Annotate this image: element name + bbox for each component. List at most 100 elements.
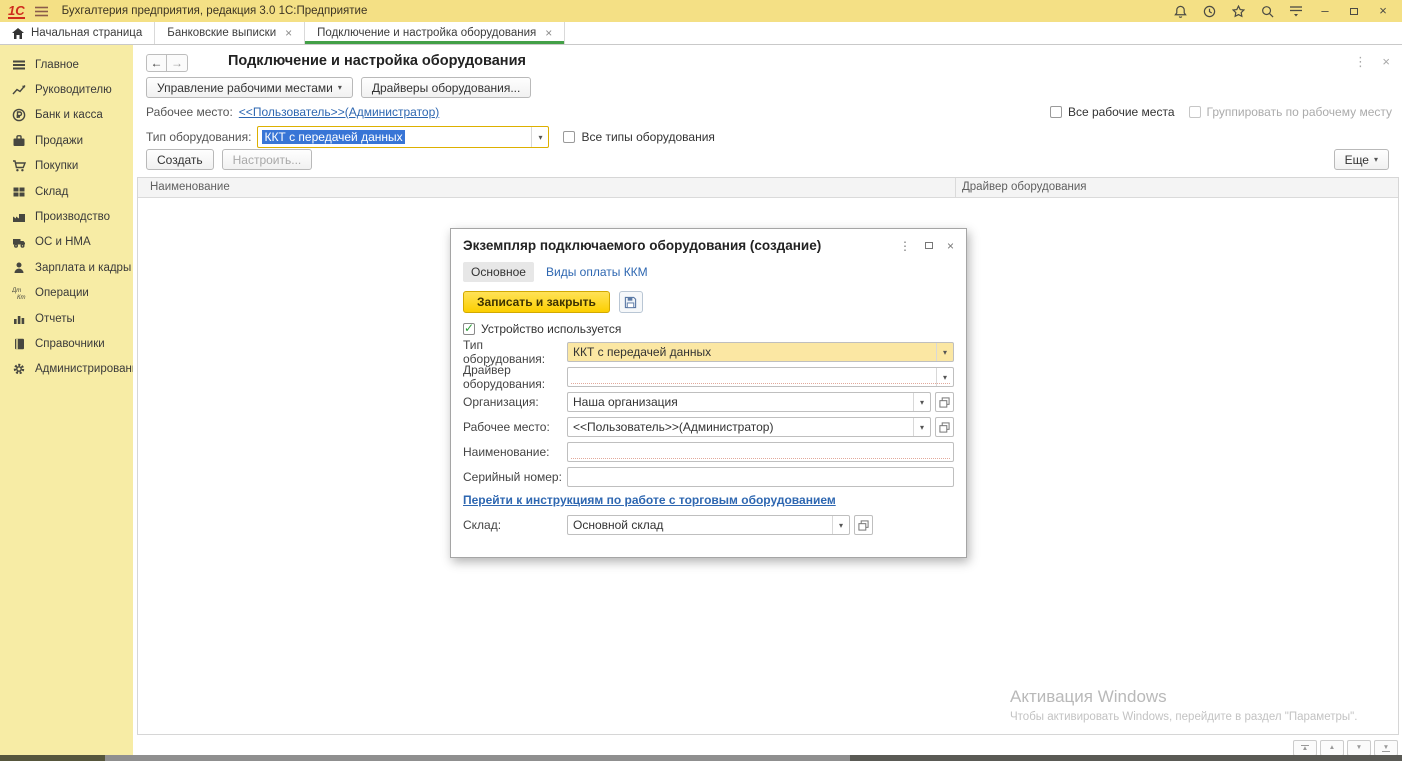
dropdown-arrow-icon[interactable]: ▾: [913, 418, 930, 436]
more-button[interactable]: Еще ▾: [1334, 149, 1389, 170]
service-menu-icon[interactable]: [1285, 2, 1307, 20]
tab-label: Подключение и настройка оборудования: [317, 27, 536, 39]
go-up-button[interactable]: ▲: [1320, 740, 1344, 756]
window-title: Бухгалтерия предприятия, редакция 3.0 1С…: [62, 5, 368, 17]
person-icon: [12, 261, 26, 275]
page-more-icon[interactable]: ⋮: [1354, 54, 1367, 70]
workplace-link[interactable]: <<Пользователь>>(Администратор): [239, 105, 439, 119]
save-button[interactable]: [619, 291, 643, 313]
tab-equipment-setup[interactable]: Подключение и настройка оборудования ×: [305, 22, 565, 44]
dialog-close-icon[interactable]: ×: [947, 240, 954, 252]
sidebar-item-label: Справочники: [35, 338, 105, 350]
create-button[interactable]: Создать: [146, 149, 214, 170]
equipment-drivers-button[interactable]: Драйверы оборудования...: [361, 77, 532, 98]
dropdown-arrow-icon[interactable]: ▾: [936, 343, 953, 361]
all-workplaces-checkbox[interactable]: Все рабочие места: [1050, 105, 1175, 119]
book-icon: [12, 337, 26, 351]
tab-close-icon[interactable]: ×: [285, 26, 292, 40]
star-icon[interactable]: [1227, 2, 1249, 20]
sidebar-item-zarplata-i-kadry[interactable]: Зарплата и кадры: [0, 255, 133, 280]
sidebar-item-pokupki[interactable]: Покупки: [0, 154, 133, 179]
name-field[interactable]: [567, 442, 954, 462]
open-workplace-button[interactable]: [935, 417, 954, 437]
sidebar-item-glavnoe[interactable]: Главное: [0, 52, 133, 77]
watermark-line1: Активация Windows: [1010, 687, 1357, 707]
tab-close-icon[interactable]: ×: [545, 26, 552, 40]
page-close-icon[interactable]: ×: [1382, 54, 1390, 69]
manage-workplaces-button[interactable]: Управление рабочими местами ▾: [146, 77, 353, 98]
search-icon[interactable]: [1256, 2, 1278, 20]
checkbox-box[interactable]: [563, 131, 575, 143]
workplace-field[interactable]: <<Пользователь>>(Администратор) ▾: [567, 417, 931, 437]
workplace-label: Рабочее место:: [146, 105, 233, 119]
sidebar-item-label: Зарплата и кадры: [35, 262, 131, 274]
open-warehouse-button[interactable]: [854, 515, 873, 535]
nav-forward-button[interactable]: →: [167, 54, 188, 72]
field-value: Основной склад: [568, 516, 832, 534]
tab-bank-statements[interactable]: Банковские выписки ×: [155, 22, 305, 44]
sidebar-item-label: Покупки: [35, 160, 78, 172]
dialog-tab-payment-types[interactable]: Виды оплаты ККМ: [546, 265, 648, 279]
serial-number-field[interactable]: [567, 467, 954, 487]
tab-home[interactable]: Начальная страница: [0, 22, 155, 44]
column-header-driver[interactable]: Драйвер оборудования: [956, 178, 1398, 197]
gear-icon: [12, 362, 26, 376]
sidebar-item-otchety[interactable]: Отчеты: [0, 306, 133, 331]
windows-activation-watermark: Активация Windows Чтобы активировать Win…: [1010, 687, 1357, 723]
dropdown-arrow-icon[interactable]: ▾: [832, 516, 849, 534]
checkbox-label: Все типы оборудования: [581, 130, 714, 144]
sidebar-item-proizvodstvo[interactable]: Производство: [0, 204, 133, 229]
sidebar-item-label: Склад: [35, 186, 68, 198]
checkbox-box[interactable]: [463, 323, 475, 335]
minimize-icon[interactable]: –: [1314, 2, 1336, 20]
sidebar-item-os-i-nma[interactable]: ОС и НМА: [0, 230, 133, 255]
nav-back-button[interactable]: ←: [146, 54, 167, 72]
open-organization-button[interactable]: [935, 392, 954, 412]
sidebar-item-rukovoditelyu[interactable]: Руководителю: [0, 77, 133, 102]
checkbox-box[interactable]: [1050, 106, 1062, 118]
sidebar-item-operatsii[interactable]: ДтКт Операции: [0, 281, 133, 306]
column-header-name[interactable]: Наименование: [138, 178, 956, 197]
field-value: <<Пользователь>>(Администратор): [568, 418, 913, 436]
instructions-link[interactable]: Перейти к инструкциям по работе с торгов…: [463, 493, 836, 507]
button-label: Драйверы оборудования...: [372, 81, 521, 95]
dialog-more-icon[interactable]: ⋮: [899, 240, 911, 252]
sidebar-item-administrirovanie[interactable]: Администрирование: [0, 357, 133, 382]
sidebar-item-label: Операции: [35, 287, 89, 299]
sidebar-item-label: Продажи: [35, 135, 83, 147]
ruble-circle-icon: [12, 108, 26, 122]
bar-chart-icon: [12, 312, 26, 326]
group-by-workplace-checkbox[interactable]: Группировать по рабочему месту: [1189, 105, 1392, 119]
go-first-button[interactable]: ▲: [1293, 740, 1317, 756]
main-menu-icon[interactable]: [35, 6, 48, 17]
all-types-checkbox[interactable]: Все типы оборудования: [563, 130, 714, 144]
equipment-type-field[interactable]: ККТ с передачей данных ▾: [567, 342, 954, 362]
warehouse-field[interactable]: Основной склад ▾: [567, 515, 850, 535]
sidebar-item-label: Отчеты: [35, 313, 75, 325]
sidebar-item-sklad[interactable]: Склад: [0, 179, 133, 204]
go-down-button[interactable]: ▼: [1347, 740, 1371, 756]
configure-button[interactable]: Настроить...: [222, 149, 313, 170]
save-and-close-button[interactable]: Записать и закрыть: [463, 291, 610, 313]
history-icon[interactable]: [1198, 2, 1220, 20]
sidebar-item-spravochniki[interactable]: Справочники: [0, 331, 133, 356]
bell-icon[interactable]: [1169, 2, 1191, 20]
go-last-button[interactable]: ▼: [1374, 740, 1398, 756]
dialog-maximize-icon[interactable]: [925, 242, 933, 249]
restore-icon[interactable]: [1343, 2, 1365, 20]
field-label-organization: Организация:: [463, 395, 567, 409]
close-icon[interactable]: ×: [1372, 2, 1394, 20]
equipment-type-combobox[interactable]: ККТ с передачей данных ▾: [257, 126, 549, 148]
dialog-tab-main[interactable]: Основное: [463, 262, 534, 282]
field-label-workplace: Рабочее место:: [463, 420, 567, 434]
dropdown-arrow-icon[interactable]: ▾: [531, 127, 548, 147]
dropdown-arrow-icon[interactable]: ▾: [913, 393, 930, 411]
briefcase-icon: [12, 134, 26, 148]
sidebar-item-bank-i-kassa[interactable]: Банк и касса: [0, 103, 133, 128]
watermark-line2: Чтобы активировать Windows, перейдите в …: [1010, 711, 1357, 723]
organization-field[interactable]: Наша организация ▾: [567, 392, 931, 412]
driver-field[interactable]: ▾: [567, 367, 954, 387]
dialog-title: Экземпляр подключаемого оборудования (со…: [463, 238, 821, 253]
equipment-type-label: Тип оборудования:: [146, 130, 251, 144]
sidebar-item-prodazhi[interactable]: Продажи: [0, 128, 133, 153]
